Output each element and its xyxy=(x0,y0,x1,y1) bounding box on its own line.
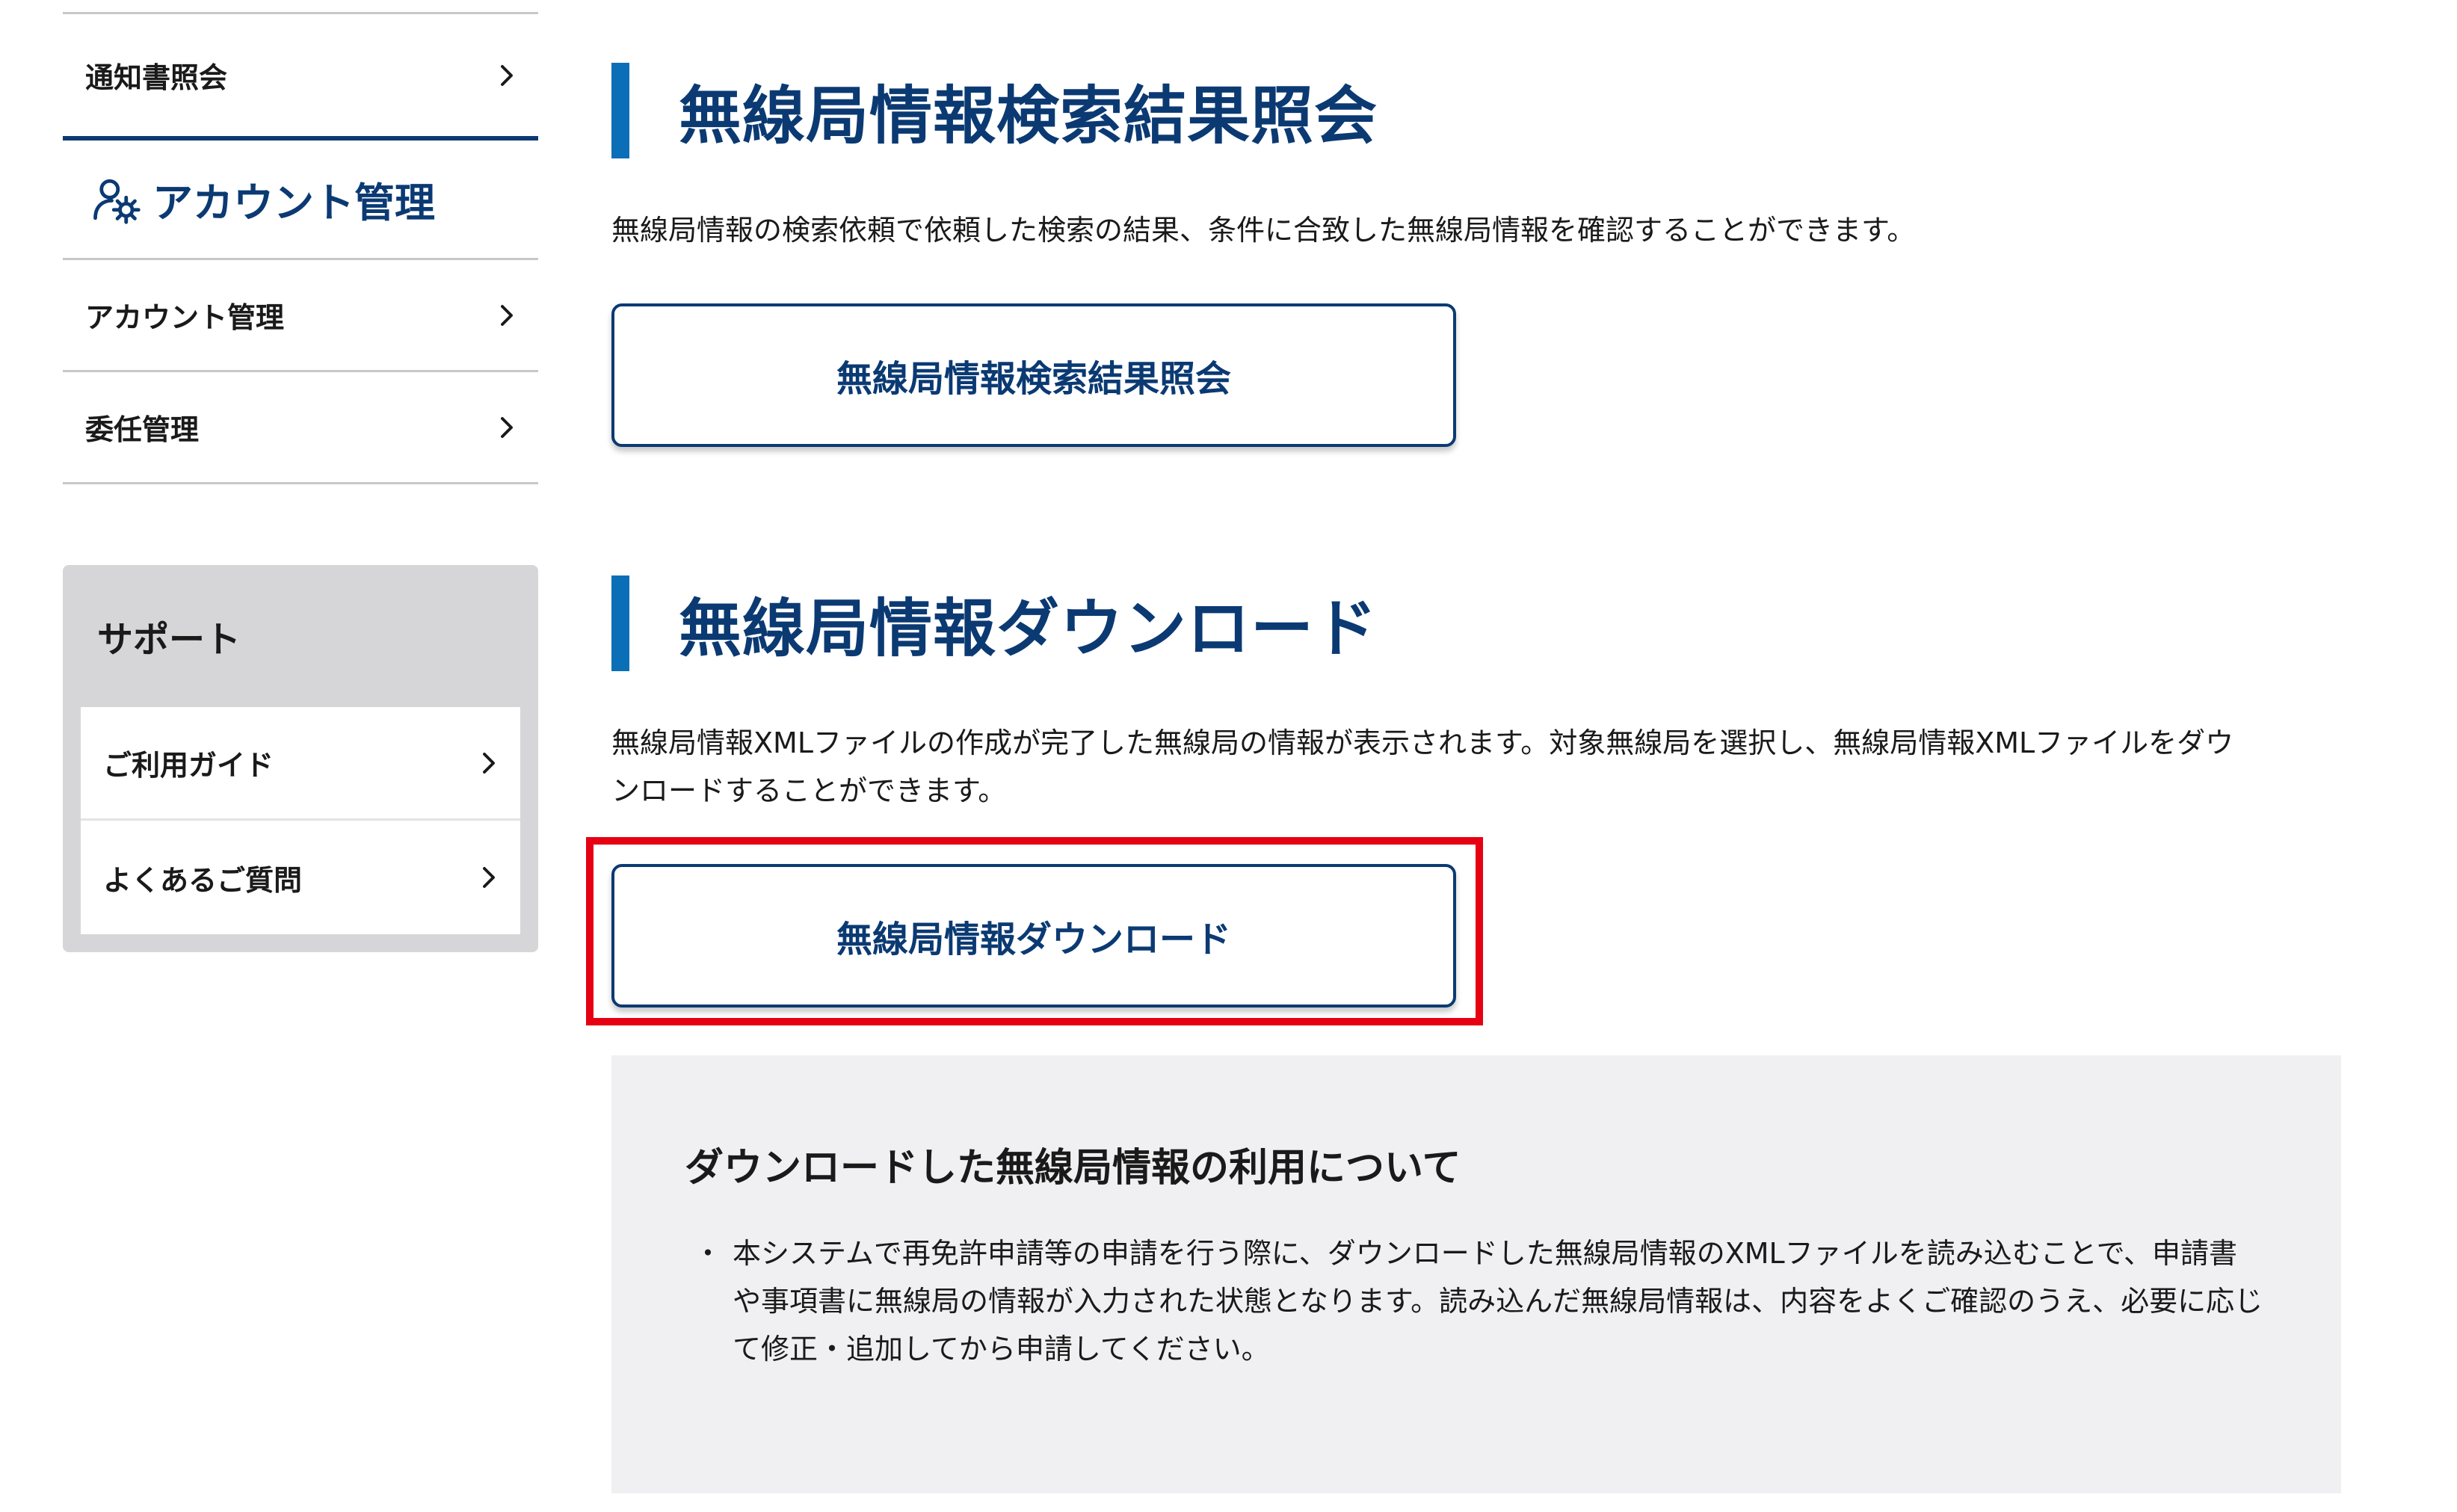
heading-accent-bar xyxy=(611,63,629,158)
notice-list-item: ・ 本システムで再免許申請等の申請を行う際に、ダウンロードした無線局情報のXML… xyxy=(685,1229,2265,1373)
sidebar-item-label: 委任管理 xyxy=(85,413,200,446)
search-results-heading: 無線局情報検索結果照会 xyxy=(679,78,1378,152)
notice-title: ダウンロードした無線局情報の利用について xyxy=(685,1146,1461,1191)
download-heading-block: 無線局情報ダウンロード xyxy=(611,576,1378,671)
support-title: サポート xyxy=(97,619,241,661)
support-item-faq[interactable]: よくあるご質問 xyxy=(81,821,520,934)
download-usage-notice: ダウンロードした無線局情報の利用について ・ 本システムで再免許申請等の申請を行… xyxy=(611,1055,2341,1493)
account-section-header: アカウント管理 xyxy=(63,141,538,260)
support-item-label: よくあるご質問 xyxy=(103,863,303,897)
bullet-dot: ・ xyxy=(694,1237,723,1270)
support-box: サポート ご利用ガイド よくあるご質問 xyxy=(63,565,538,952)
sidebar-item-label: アカウント管理 xyxy=(85,301,285,334)
download-heading: 無線局情報ダウンロード xyxy=(679,591,1378,665)
sidebar-top-list: 通知書照会 xyxy=(63,12,538,141)
user-gear-icon xyxy=(93,179,141,224)
notice-list: ・ 本システムで再免許申請等の申請を行う際に、ダウンロードした無線局情報のXML… xyxy=(685,1229,2268,1373)
chevron-right-icon xyxy=(493,414,520,441)
search-results-button[interactable]: 無線局情報検索結果照会 xyxy=(611,303,1456,447)
download-button[interactable]: 無線局情報ダウンロード xyxy=(611,864,1456,1008)
support-item-label: ご利用ガイド xyxy=(103,749,274,782)
chevron-right-icon xyxy=(493,62,520,89)
chevron-right-icon xyxy=(475,864,502,891)
support-list: ご利用ガイド よくあるご質問 xyxy=(81,707,520,934)
account-section-title: アカウント管理 xyxy=(152,179,435,226)
download-description: 無線局情報XMLファイルの作成が完了した無線局の情報が表示されます。対象無線局を… xyxy=(611,719,2234,815)
search-results-description: 無線局情報の検索依頼で依頼した検索の結果、条件に合致した無線局情報を確認すること… xyxy=(611,214,1916,247)
search-results-heading-block: 無線局情報検索結果照会 xyxy=(611,63,1378,158)
notice-text: 本システムで再免許申請等の申請を行う際に、ダウンロードした無線局情報のXMLファ… xyxy=(733,1237,2263,1366)
sidebar: 通知書照会 アカウント管理 アカウント管理 委任管理 サポート ご利用ガイド よ… xyxy=(63,0,538,952)
support-item-user-guide[interactable]: ご利用ガイド xyxy=(81,707,520,821)
download-description-line2: ンロードすることができます。 xyxy=(611,774,1007,807)
sidebar-item-account-management[interactable]: アカウント管理 xyxy=(63,260,538,372)
sidebar-item-label: 通知書照会 xyxy=(85,61,228,94)
chevron-right-icon xyxy=(475,750,502,777)
sidebar-item-notice-inquiry[interactable]: 通知書照会 xyxy=(63,12,538,141)
sidebar-item-delegation-management[interactable]: 委任管理 xyxy=(63,372,538,484)
chevron-right-icon xyxy=(493,302,520,329)
account-nav-list: アカウント管理 委任管理 xyxy=(63,260,538,484)
download-description-line1: 無線局情報XMLファイルの作成が完了した無線局の情報が表示されます。対象無線局を… xyxy=(611,726,2234,759)
heading-accent-bar xyxy=(611,576,629,671)
